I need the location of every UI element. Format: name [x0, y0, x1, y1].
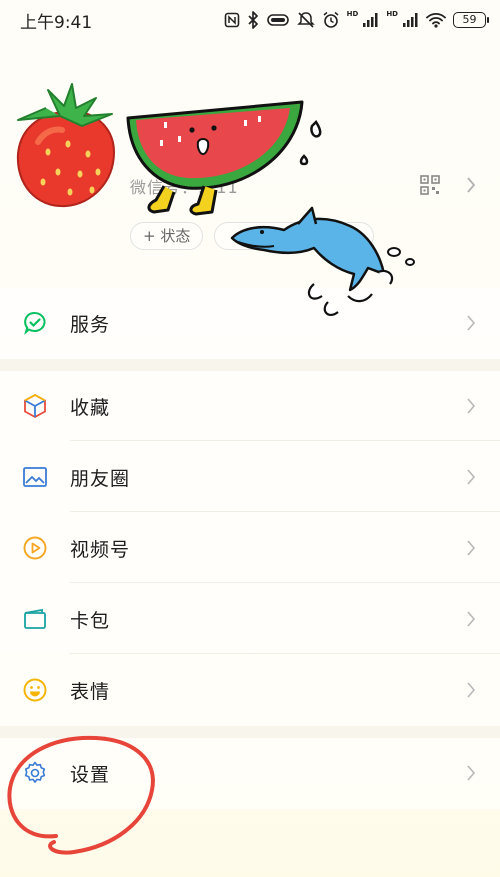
- vibrate-icon: [266, 14, 289, 26]
- card-wallet-icon: [24, 608, 46, 629]
- menu-item-label: 视频号: [70, 539, 131, 561]
- menu-item-label: 服务: [70, 314, 111, 336]
- chevron-right-icon: [467, 315, 476, 331]
- menu-item-favorites[interactable]: 收藏: [0, 371, 500, 442]
- bluetooth-icon: [248, 11, 258, 29]
- menu-item-label: 收藏: [70, 397, 111, 419]
- chevron-right-icon: [467, 682, 476, 698]
- chevron-right-icon: [467, 611, 476, 627]
- annotation-circle: [7, 735, 155, 855]
- chevron-right-icon: [467, 469, 476, 485]
- alarm-icon: [323, 11, 339, 28]
- qr-code-icon[interactable]: [420, 175, 440, 195]
- moments-image-icon: [23, 467, 47, 487]
- menu-item-stickers[interactable]: 表情: [0, 655, 500, 726]
- status-icons: HD HD 59: [224, 9, 489, 31]
- signal-hd-icon: [363, 13, 378, 27]
- wifi-icon: [426, 13, 446, 28]
- status-bar: 上午9:41 HD HD 59: [0, 0, 500, 42]
- menu-item-moments[interactable]: 朋友圈: [0, 442, 500, 513]
- service-check-icon: [24, 311, 46, 335]
- dolphin-sticker: [230, 206, 415, 317]
- strawberry-sticker: [16, 83, 116, 208]
- battery-icon: 59: [453, 12, 489, 28]
- menu-item-label: 卡包: [70, 610, 111, 632]
- sticker-smile-icon: [23, 678, 47, 702]
- chevron-right-icon: [467, 765, 476, 781]
- menu-group-main: 收藏 朋友圈 视频号 卡包 表情: [0, 371, 500, 726]
- nfc-icon: [224, 12, 239, 28]
- menu-item-channels[interactable]: 视频号: [0, 513, 500, 584]
- status-time: 上午9:41: [20, 13, 93, 33]
- signal-hd-icon: [403, 13, 418, 27]
- menu-item-label: 表情: [70, 681, 111, 703]
- menu-item-card-wallet[interactable]: 卡包: [0, 584, 500, 655]
- chevron-right-icon: [467, 540, 476, 556]
- chevron-right-icon: [467, 398, 476, 414]
- channels-play-icon: [23, 536, 47, 560]
- mute-icon: [296, 12, 315, 28]
- menu-item-label: 朋友圈: [70, 468, 131, 490]
- chevron-right-icon[interactable]: [466, 176, 476, 194]
- favorites-cube-icon: [24, 393, 46, 419]
